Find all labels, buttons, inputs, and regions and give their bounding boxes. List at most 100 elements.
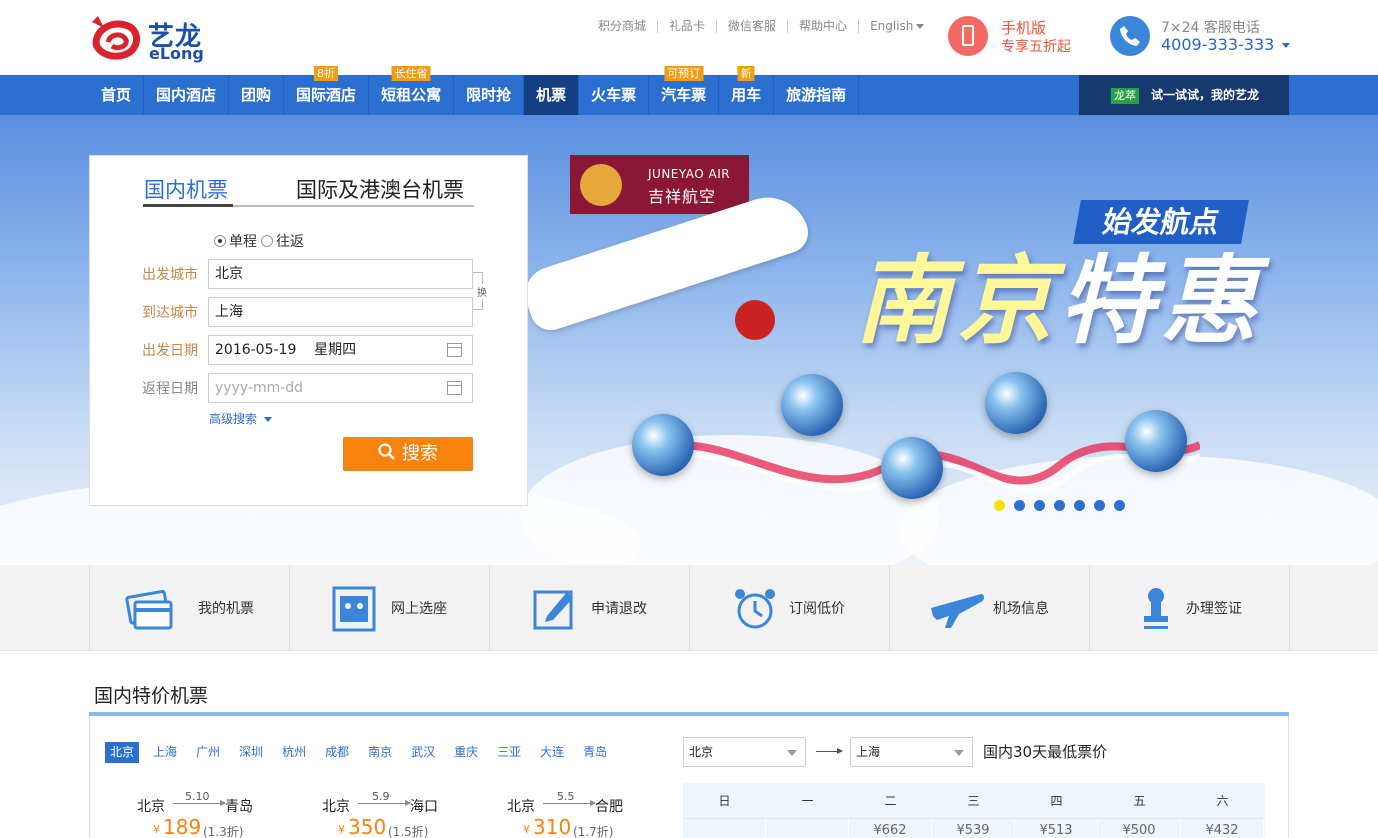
advanced-search-link[interactable]: 高级搜索 bbox=[209, 410, 272, 427]
weekday-header: 三 bbox=[967, 794, 980, 808]
service-list: 我的机票 网上选座 申请退改 订阅低价 机场信息 办理签证 bbox=[89, 565, 1290, 651]
hotline-number[interactable]: 4009-333-333 bbox=[1161, 35, 1291, 54]
city-tab[interactable]: 广州 bbox=[191, 742, 225, 763]
service-airport-info[interactable]: 机场信息 bbox=[890, 565, 1090, 651]
link-gift-card[interactable]: 礼品卡 bbox=[658, 19, 718, 33]
tab-international-flights[interactable]: 国际及港澳台机票 bbox=[296, 174, 464, 204]
carousel-dot[interactable] bbox=[1114, 500, 1125, 511]
nav-item-1[interactable]: 国内酒店 bbox=[144, 75, 230, 115]
service-label: 订阅低价 bbox=[789, 601, 845, 617]
city-tab[interactable]: 深圳 bbox=[234, 742, 268, 763]
link-wechat-service[interactable]: 微信客服 bbox=[717, 19, 789, 33]
city-tab[interactable]: 三亚 bbox=[492, 742, 526, 763]
service-price-alert[interactable]: 订阅低价 bbox=[690, 565, 890, 651]
calendar-day-price[interactable]: ¥513 bbox=[1015, 819, 1098, 838]
service-seat-selection[interactable]: 网上选座 bbox=[290, 565, 490, 651]
nav-badge: 新 bbox=[737, 66, 755, 81]
juneyao-emblem-icon bbox=[580, 164, 622, 206]
nav-item-3[interactable]: 国际酒店 8折 bbox=[284, 66, 370, 115]
nav-item-7[interactable]: 火车票 bbox=[579, 75, 650, 115]
one-way-label[interactable]: 单程 bbox=[229, 231, 257, 251]
route-to-select[interactable]: 上海 bbox=[850, 737, 973, 767]
depart-date-value: 2016-05-19 星期四 bbox=[215, 342, 357, 358]
chevron-down-icon bbox=[954, 750, 964, 756]
ticket-card-icon bbox=[125, 589, 173, 630]
hero-banner[interactable]: JUNEYAO AIR 吉祥航空 始发航点 南京特惠 国内机票 国际及港澳台机票… bbox=[0, 115, 1378, 565]
fare-date: 5.9 bbox=[372, 790, 390, 803]
mobile-phone-icon[interactable] bbox=[948, 16, 988, 56]
carousel-dot[interactable] bbox=[1034, 500, 1045, 511]
service-label: 我的机票 bbox=[198, 601, 254, 617]
search-button[interactable]: 搜索 bbox=[343, 437, 473, 471]
city-tab[interactable]: 上海 bbox=[148, 742, 182, 763]
swap-cities-button[interactable]: 换 bbox=[477, 284, 487, 299]
lowest-fare-title: 国内30天最低票价 bbox=[983, 743, 1108, 761]
fare-card[interactable]: 北京 5.10 青岛 ¥ 189 (1.3折) bbox=[137, 790, 307, 838]
depart-date-input[interactable]: 2016-05-19 星期四 bbox=[208, 335, 473, 365]
round-trip-label[interactable]: 往返 bbox=[276, 231, 304, 251]
language-selector[interactable]: English bbox=[859, 19, 935, 33]
carousel-dot[interactable] bbox=[1074, 500, 1085, 511]
fare-card[interactable]: 北京 5.9 海口 ¥ 350 (1.5折) bbox=[322, 790, 492, 838]
trip-type: 单程 往返 bbox=[214, 231, 304, 251]
nav-item-5[interactable]: 限时抢 bbox=[454, 75, 525, 115]
tab-active-indicator bbox=[143, 204, 233, 207]
carousel-dot[interactable] bbox=[1014, 500, 1025, 511]
service-my-tickets[interactable]: 我的机票 bbox=[90, 565, 290, 651]
mobile-version-link[interactable]: 手机版 bbox=[1001, 17, 1046, 38]
weekday-header: 四 bbox=[1050, 794, 1063, 808]
nav-item-label: 火车票 bbox=[591, 86, 637, 104]
carousel-dot[interactable] bbox=[994, 500, 1005, 511]
link-help-center[interactable]: 帮助中心 bbox=[788, 19, 860, 33]
city-tab[interactable]: 南京 bbox=[363, 742, 397, 763]
one-way-radio[interactable] bbox=[214, 235, 226, 247]
calendar-day-price[interactable]: ¥662 bbox=[849, 819, 932, 838]
city-tab[interactable]: 成都 bbox=[320, 742, 354, 763]
arrow-right-icon bbox=[358, 800, 411, 806]
chevron-down-icon bbox=[787, 750, 797, 756]
main-nav: 首页 国内酒店 团购 国际酒店 8折 短租公寓 长住省 限时抢 机票 火车票 汽车票 可预订 用车 新旅游… bbox=[0, 66, 1378, 115]
round-trip-radio[interactable] bbox=[261, 235, 273, 247]
service-visa[interactable]: 办理签证 bbox=[1090, 565, 1290, 651]
service-refund-change[interactable]: 申请退改 bbox=[490, 565, 690, 651]
search-icon bbox=[378, 443, 395, 460]
nav-item-6[interactable]: 机票 bbox=[524, 75, 580, 115]
calendar-day-price[interactable]: ¥432 bbox=[1181, 819, 1264, 838]
carousel-dot[interactable] bbox=[1094, 500, 1105, 511]
route-from-select[interactable]: 北京 bbox=[683, 737, 806, 767]
landmark-globe bbox=[781, 374, 843, 436]
my-elong-promo[interactable]: 龙萃 试一试试，我的艺龙 bbox=[1079, 75, 1289, 115]
return-date-input[interactable]: yyyy-mm-dd bbox=[208, 373, 473, 403]
fare-origin: 北京 bbox=[507, 799, 535, 815]
carousel-dot[interactable] bbox=[1054, 500, 1065, 511]
city-tab[interactable]: 杭州 bbox=[277, 742, 311, 763]
arrow-right-icon bbox=[173, 800, 226, 806]
city-tab[interactable]: 武汉 bbox=[406, 742, 440, 763]
city-tab[interactable]: 大连 bbox=[535, 742, 569, 763]
my-elong-text: 试一试试，我的艺龙 bbox=[1151, 88, 1260, 102]
calendar-day-price[interactable]: ¥500 bbox=[1098, 819, 1181, 838]
calendar-day-price[interactable]: ¥539 bbox=[932, 819, 1015, 838]
nav-item-0[interactable]: 首页 bbox=[89, 75, 145, 115]
tab-domestic-flights[interactable]: 国内机票 bbox=[144, 174, 228, 204]
logo-text-en: eLong bbox=[149, 44, 204, 63]
elong-logo[interactable]: 艺龙 eLong bbox=[88, 14, 208, 64]
city-tab[interactable]: 青岛 bbox=[578, 742, 612, 763]
nav-item-label: 限时抢 bbox=[466, 86, 512, 104]
from-city-input[interactable]: 北京 bbox=[208, 259, 473, 289]
city-tab[interactable]: 重庆 bbox=[449, 742, 483, 763]
nav-item-8[interactable]: 汽车票 可预订 bbox=[649, 66, 720, 115]
fare-card[interactable]: 北京 5.5 合肥 ¥ 310 (1.7折) bbox=[507, 790, 677, 838]
calendar-icon[interactable] bbox=[447, 343, 462, 357]
link-points-mall[interactable]: 积分商城 bbox=[598, 19, 659, 33]
nav-item-9[interactable]: 用车新 bbox=[719, 66, 775, 115]
nav-item-4[interactable]: 短租公寓 长住省 bbox=[369, 66, 455, 115]
seat-select-icon bbox=[332, 586, 376, 632]
hotline-label: 7×24 客服电话 bbox=[1161, 20, 1260, 36]
city-tab[interactable]: 北京 bbox=[105, 742, 140, 763]
to-city-input[interactable]: 上海 bbox=[208, 297, 473, 327]
top-links: 积分商城 礼品卡 微信客服 帮助中心 English bbox=[598, 19, 935, 33]
calendar-icon[interactable] bbox=[447, 381, 462, 395]
nav-item-10[interactable]: 旅游指南 bbox=[774, 75, 860, 115]
nav-item-2[interactable]: 团购 bbox=[229, 75, 285, 115]
